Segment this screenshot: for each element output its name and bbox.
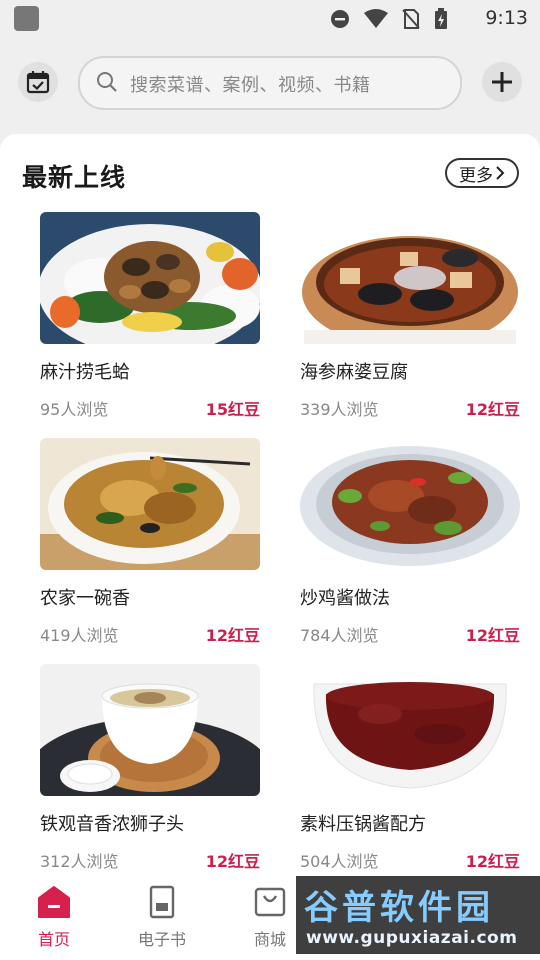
more-label: 更多	[459, 165, 493, 186]
nav-home-label: 首页	[37, 930, 70, 949]
add-button[interactable]	[482, 62, 522, 102]
recipe-thumbnail	[300, 212, 520, 344]
recipe-price: 12红豆	[465, 400, 520, 419]
nav-ebook[interactable]: 电子书	[122, 884, 202, 950]
recipe-thumbnail	[40, 212, 260, 344]
calendar-button[interactable]	[18, 62, 58, 102]
app-notification-icon	[14, 6, 39, 31]
do-not-disturb-icon	[331, 10, 349, 28]
status-time: 9:13	[485, 7, 528, 29]
recipe-price: 12红豆	[465, 852, 520, 871]
recipe-name: 海参麻婆豆腐	[300, 362, 408, 383]
recipe-name: 铁观音香浓狮子头	[40, 814, 184, 835]
ebook-icon	[149, 885, 175, 919]
recipe-card[interactable]: 铁观音香浓狮子头 312人浏览 12红豆	[40, 664, 260, 890]
recipe-card[interactable]: 炒鸡酱做法 784人浏览 12红豆	[300, 438, 520, 664]
recipe-price: 12红豆	[205, 852, 260, 871]
shop-bag-icon	[254, 887, 286, 917]
main-content: 最新上线 更多 麻汁捞毛蛤 95人浏览 15红豆 海参麻婆豆腐 339人浏览 1…	[0, 134, 540, 960]
recipe-card[interactable]: 麻汁捞毛蛤 95人浏览 15红豆	[40, 212, 260, 438]
recipe-views: 784人浏览	[300, 626, 379, 645]
recipe-name: 素料压锅酱配方	[300, 814, 426, 835]
recipe-views: 312人浏览	[40, 852, 119, 871]
nav-ebook-label: 电子书	[137, 930, 186, 949]
recipe-card[interactable]: 农家一碗香 419人浏览 12红豆	[40, 438, 260, 664]
recipe-name: 农家一碗香	[40, 588, 130, 609]
recipe-price: 12红豆	[205, 626, 260, 645]
recipe-views: 339人浏览	[300, 400, 379, 419]
recipe-views: 504人浏览	[300, 852, 379, 871]
watermark-url: www.gupuxiazai.com	[306, 928, 518, 948]
watermark-logo: 谷普软件园 www.gupuxiazai.com	[296, 876, 540, 954]
no-sim-icon	[402, 9, 420, 29]
watermark-brand: 谷普软件园	[304, 888, 494, 928]
nav-home[interactable]: 首页	[14, 884, 94, 950]
battery-charging-icon	[435, 8, 447, 29]
top-header: 搜索菜谱、案例、视频、书籍	[0, 52, 540, 116]
search-icon	[97, 72, 117, 92]
recipe-thumbnail	[300, 664, 520, 796]
recipe-price: 15红豆	[205, 400, 260, 419]
nav-shop-label: 商城	[253, 930, 286, 949]
home-icon	[38, 886, 70, 918]
recipe-views: 419人浏览	[40, 626, 119, 645]
recipe-views: 95人浏览	[40, 400, 109, 419]
recipe-card[interactable]: 素料压锅酱配方 504人浏览 12红豆	[300, 664, 520, 890]
chevron-right-icon	[496, 166, 505, 180]
section-title: 最新上线	[22, 163, 127, 192]
plus-icon	[492, 72, 512, 92]
recipe-price: 12红豆	[465, 626, 520, 645]
status-bar: 9:13	[0, 0, 540, 36]
recipe-thumbnail	[300, 438, 520, 570]
more-button[interactable]: 更多	[445, 158, 519, 188]
calendar-check-icon	[26, 71, 50, 94]
recipe-card[interactable]: 海参麻婆豆腐 339人浏览 12红豆	[300, 212, 520, 438]
status-icons	[330, 8, 448, 30]
recipe-thumbnail	[40, 438, 260, 570]
search-input[interactable]: 搜索菜谱、案例、视频、书籍	[78, 56, 462, 110]
wifi-icon	[364, 9, 388, 28]
recipe-name: 炒鸡酱做法	[300, 588, 390, 609]
recipe-thumbnail	[40, 664, 260, 796]
search-placeholder: 搜索菜谱、案例、视频、书籍	[130, 75, 371, 96]
recipe-name: 麻汁捞毛蛤	[40, 362, 130, 383]
